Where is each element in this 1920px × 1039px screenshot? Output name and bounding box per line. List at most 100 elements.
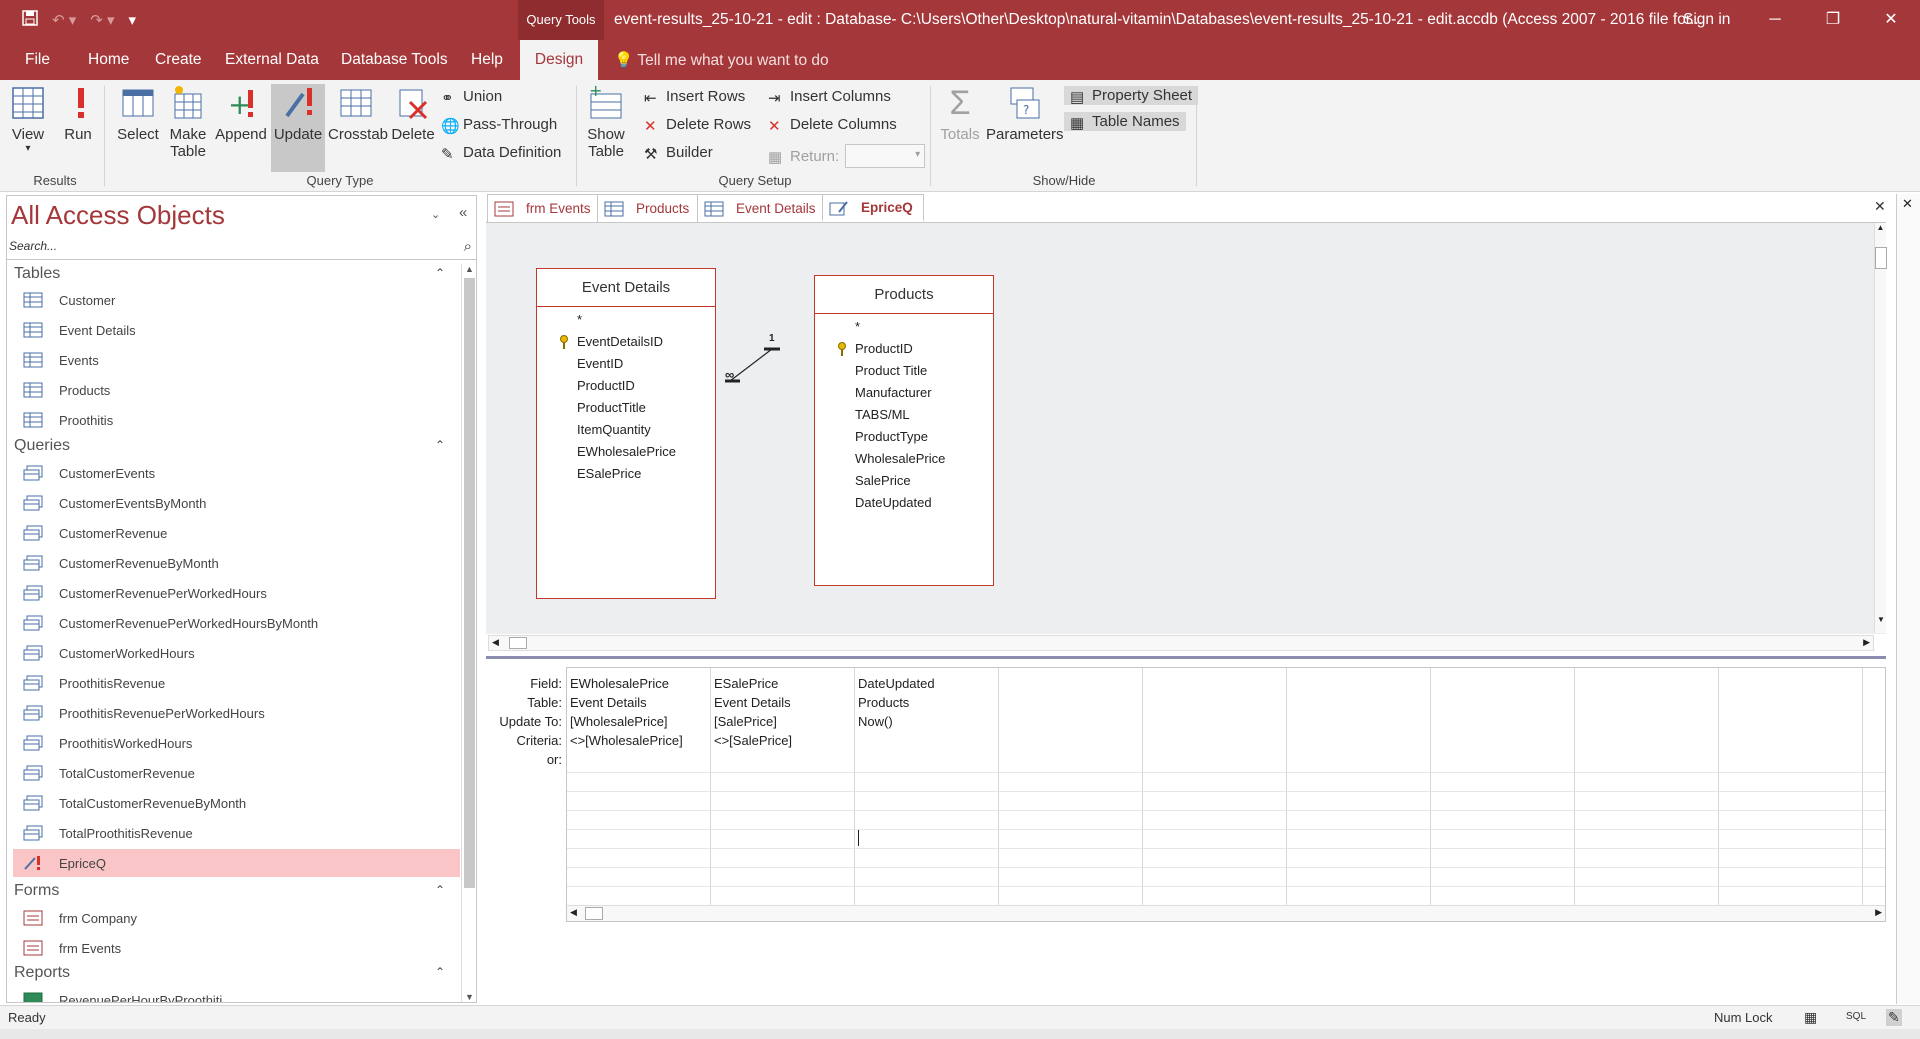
grid-cell-field[interactable]: DateUpdated xyxy=(858,676,935,691)
nav-item-proothitisrevenueperworkedhours[interactable]: ProothitisRevenuePerWorkedHours xyxy=(13,699,460,727)
sql-view-button[interactable]: SQL xyxy=(1846,1011,1866,1022)
field-list-item[interactable]: EventID xyxy=(537,353,715,375)
grid-cell-criteria[interactable]: <>[WholesalePrice] xyxy=(570,733,683,748)
nav-item-frm-events[interactable]: frm Events xyxy=(13,934,460,962)
return-dropdown[interactable]: ▾ xyxy=(845,144,926,168)
grid-cell-update-to[interactable]: [WholesalePrice] xyxy=(570,714,668,729)
doc-tab-frm-events[interactable]: frm Events xyxy=(487,194,602,222)
grid-cell-table[interactable]: Event Details xyxy=(714,695,791,710)
grid-horizontal-scrollbar[interactable]: ◀ ▶ xyxy=(567,905,1885,921)
field-list-item[interactable]: * xyxy=(815,316,993,338)
nav-category-queries[interactable]: Queries xyxy=(14,437,70,455)
design-view-icon[interactable]: ✎ xyxy=(1886,1009,1902,1026)
tab-file[interactable]: File xyxy=(25,51,50,69)
nav-category-tables[interactable]: Tables xyxy=(14,265,60,283)
nav-scroll-thumb[interactable] xyxy=(464,278,475,888)
nav-item-totalcustomerrevenuebymonth[interactable]: TotalCustomerRevenueByMonth xyxy=(13,789,460,817)
close-tab-icon[interactable]: ✕ xyxy=(1874,198,1886,215)
parameters-button[interactable]: ? Parameters xyxy=(986,84,1064,143)
grid-cell-table[interactable]: Event Details xyxy=(570,695,647,710)
nav-item-frm-company[interactable]: frm Company xyxy=(13,904,460,932)
nav-category-reports[interactable]: Reports xyxy=(14,964,70,982)
field-list-event-details[interactable]: Event Details * EventDetailsID EventID Prod… xyxy=(536,268,716,599)
delete-rows-button[interactable]: ✕ Delete Rows xyxy=(644,116,751,135)
collapse-chevron-icon[interactable]: ⌃ xyxy=(435,883,445,897)
update-button[interactable]: Update xyxy=(271,84,325,172)
nav-item-epriceq[interactable]: EpriceQ xyxy=(13,849,460,877)
nav-item-customerrevenueperworkedhours[interactable]: CustomerRevenuePerWorkedHours xyxy=(13,579,460,607)
crosstab-button[interactable]: Crosstab xyxy=(328,84,388,143)
nav-item-customerrevenuebymonth[interactable]: CustomerRevenueByMonth xyxy=(13,549,460,577)
scroll-down-icon[interactable]: ▼ xyxy=(1875,615,1887,624)
grid-cell-criteria[interactable]: <>[SalePrice] xyxy=(714,733,792,748)
insert-columns-button[interactable]: ⇥ Insert Columns xyxy=(768,88,891,107)
scroll-right-icon[interactable]: ▶ xyxy=(1863,637,1870,648)
tab-create[interactable]: Create xyxy=(155,51,202,69)
field-list-item[interactable]: Product Title xyxy=(815,360,993,382)
field-list-item[interactable]: EventDetailsID xyxy=(537,331,715,353)
collapse-chevron-icon[interactable]: ⌃ xyxy=(435,266,445,280)
nav-dropdown-icon[interactable]: ⌄ xyxy=(431,208,440,221)
nav-item-customerworkedhours[interactable]: CustomerWorkedHours xyxy=(13,639,460,667)
nav-item-customerevents[interactable]: CustomerEvents xyxy=(13,459,460,487)
nav-item-products[interactable]: Products xyxy=(13,376,460,404)
collapse-chevron-icon[interactable]: ⌃ xyxy=(435,438,445,452)
scroll-right-icon[interactable]: ▶ xyxy=(1875,907,1882,918)
field-list-title[interactable]: Products xyxy=(815,276,993,314)
design-vertical-scrollbar[interactable]: ▲ ▼ xyxy=(1874,223,1887,633)
field-list-title[interactable]: Event Details xyxy=(537,269,715,307)
scroll-thumb[interactable] xyxy=(509,637,527,649)
minimize-icon[interactable]: ─ xyxy=(1752,0,1798,40)
nav-item-totalcustomerrevenue[interactable]: TotalCustomerRevenue xyxy=(13,759,460,787)
data-definition-button[interactable]: ✎ Data Definition xyxy=(441,144,561,163)
scroll-thumb[interactable] xyxy=(585,907,603,920)
nav-item-proothitisworkedhours[interactable]: ProothitisWorkedHours xyxy=(13,729,460,757)
scroll-left-icon[interactable]: ◀ xyxy=(570,907,577,918)
scroll-down-icon[interactable]: ▼ xyxy=(462,992,476,1002)
nav-item-proothitisrevenue[interactable]: ProothitisRevenue xyxy=(13,669,460,697)
scroll-up-icon[interactable]: ▲ xyxy=(1875,223,1886,232)
grid-cell-update-to[interactable]: Now() xyxy=(858,714,893,729)
union-button[interactable]: ⚭ Union xyxy=(441,88,502,107)
field-list-item[interactable]: SalePrice xyxy=(815,470,993,492)
nav-item-revenueperhourbyproothiti[interactable]: RevenuePerHourByProothiti xyxy=(13,986,460,1002)
nav-item-totalproothitisrevenue[interactable]: TotalProothitisRevenue xyxy=(13,819,460,847)
field-list-item[interactable]: ProductTitle xyxy=(537,397,715,419)
run-button[interactable]: Run xyxy=(62,84,94,143)
show-table-button[interactable]: + Show Table xyxy=(584,81,628,160)
append-button[interactable]: + Append xyxy=(214,84,268,143)
pass-through-button[interactable]: 🌐 Pass-Through xyxy=(441,116,557,135)
field-list-item[interactable]: ProductID xyxy=(537,375,715,397)
nav-item-customer[interactable]: Customer xyxy=(13,286,460,314)
nav-item-proothitis[interactable]: Proothitis xyxy=(13,406,460,434)
close-icon[interactable]: ✕ xyxy=(1868,0,1914,40)
field-list-item[interactable]: ItemQuantity xyxy=(537,419,715,441)
tab-database-tools[interactable]: Database Tools xyxy=(341,51,448,69)
customize-qat-icon[interactable]: ▾ xyxy=(129,11,137,29)
doc-tab-products[interactable]: Products xyxy=(597,194,701,222)
field-list-item[interactable]: ProductID xyxy=(815,338,993,360)
undo-icon[interactable]: ↶ ▾ xyxy=(52,11,76,29)
doc-tab-event-details[interactable]: Event Details xyxy=(697,194,827,222)
view-button[interactable]: View ▾ xyxy=(8,84,48,154)
nav-item-customerrevenue[interactable]: CustomerRevenue xyxy=(13,519,460,547)
delete-query-button[interactable]: Delete xyxy=(388,84,438,143)
make-table-button[interactable]: Make Table xyxy=(166,84,210,160)
restore-icon[interactable]: ❐ xyxy=(1810,0,1856,40)
close-icon[interactable]: ✕ xyxy=(1902,196,1913,212)
save-icon[interactable] xyxy=(22,10,38,30)
field-list-item[interactable]: ESalePrice xyxy=(537,463,715,485)
tab-home[interactable]: Home xyxy=(88,51,129,69)
field-list-item[interactable]: DateUpdated xyxy=(815,492,993,514)
nav-search-input[interactable]: Search... ⌕ xyxy=(7,236,476,260)
insert-rows-button[interactable]: ⇤ Insert Rows xyxy=(644,88,745,107)
tab-external-data[interactable]: External Data xyxy=(225,51,319,69)
field-list-item[interactable]: TABS/ML xyxy=(815,404,993,426)
field-list-item[interactable]: ProductType xyxy=(815,426,993,448)
field-list-item[interactable]: Manufacturer xyxy=(815,382,993,404)
field-list-products[interactable]: Products * ProductID Product Title Manufact… xyxy=(814,275,994,586)
grid-cells[interactable]: EWholesalePrice Event Details [Wholesale… xyxy=(566,667,1886,922)
collapse-pane-icon[interactable]: « xyxy=(459,204,467,221)
delete-columns-button[interactable]: ✕ Delete Columns xyxy=(768,116,897,135)
datasheet-view-icon[interactable]: ▦ xyxy=(1804,1009,1817,1026)
